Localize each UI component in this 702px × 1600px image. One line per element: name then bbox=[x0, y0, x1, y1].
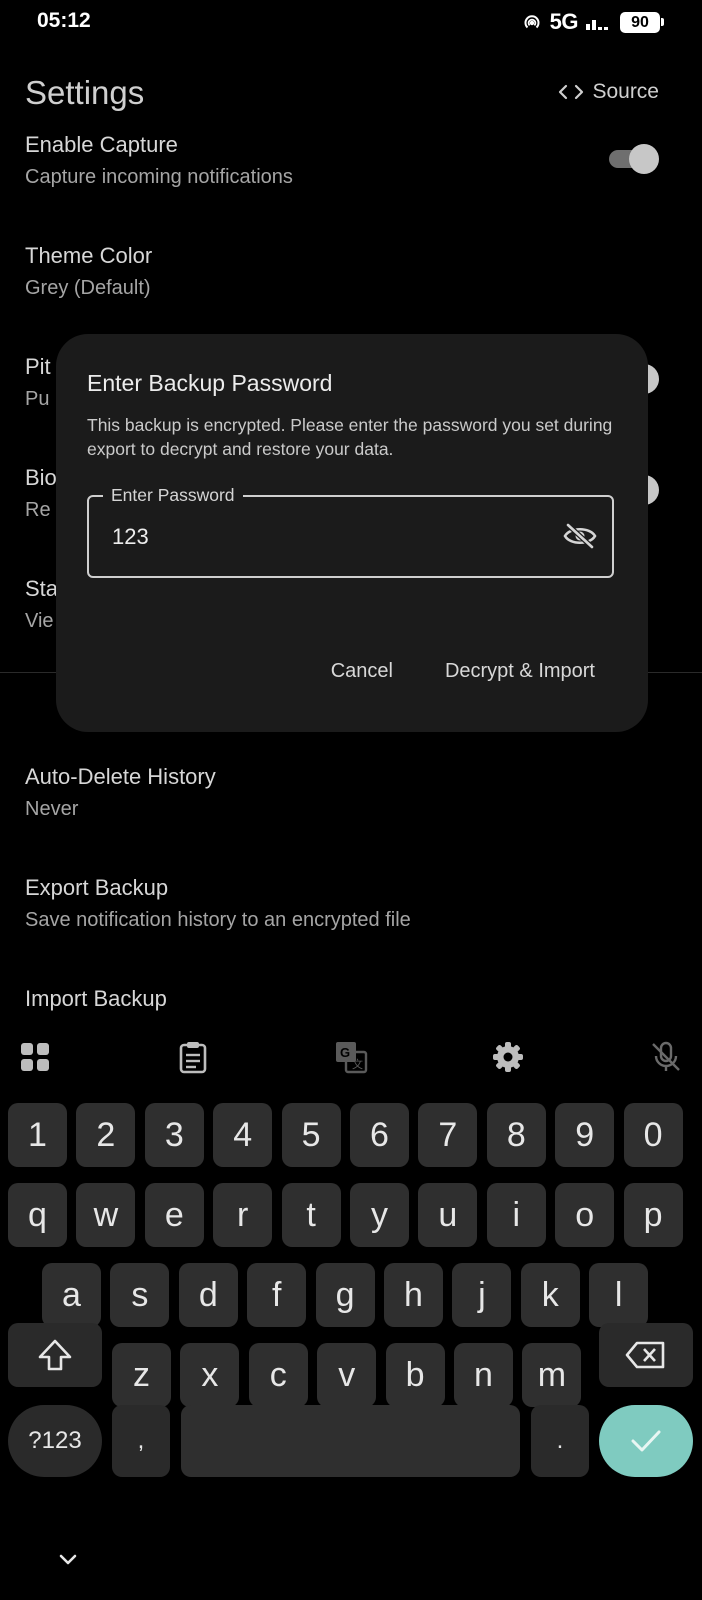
key-w[interactable]: w bbox=[76, 1183, 136, 1247]
backspace-key[interactable] bbox=[599, 1323, 693, 1387]
symbols-key[interactable]: ?123 bbox=[8, 1405, 102, 1477]
setting-auto-delete-history[interactable]: Auto-Delete History Never bbox=[25, 764, 677, 821]
key-t[interactable]: t bbox=[281, 1183, 341, 1247]
period-key[interactable]: . bbox=[531, 1405, 589, 1477]
chevron-down-icon[interactable] bbox=[56, 1550, 80, 1568]
key-p[interactable]: p bbox=[623, 1183, 683, 1247]
key-z[interactable]: z bbox=[112, 1343, 171, 1407]
key-9[interactable]: 9 bbox=[555, 1103, 615, 1167]
mic-off-icon[interactable] bbox=[649, 1040, 683, 1074]
setting-title: Enable Capture bbox=[25, 132, 178, 157]
password-field-value: 123 bbox=[112, 524, 149, 549]
key-q[interactable]: q bbox=[8, 1183, 67, 1247]
key-u[interactable]: u bbox=[418, 1183, 478, 1247]
password-input[interactable]: Enter Password 123 bbox=[87, 485, 614, 578]
status-bar: 05:12 5G 90 bbox=[0, 0, 702, 44]
setting-title: Auto-Delete History bbox=[25, 764, 216, 789]
battery-level: 90 bbox=[620, 11, 660, 33]
key-k[interactable]: k bbox=[520, 1263, 580, 1327]
setting-title: Export Backup bbox=[25, 875, 169, 900]
setting-enable-capture[interactable]: Enable Capture Capture incoming notifica… bbox=[25, 132, 677, 189]
visibility-off-icon[interactable] bbox=[563, 522, 597, 550]
battery-tip bbox=[661, 18, 664, 26]
key-7[interactable]: 7 bbox=[418, 1103, 478, 1167]
password-field-label: Enter Password bbox=[103, 485, 243, 506]
hotspot-icon bbox=[524, 15, 540, 29]
apps-grid-icon[interactable] bbox=[18, 1040, 52, 1074]
setting-title: Import Backup bbox=[25, 986, 167, 1011]
key-m[interactable]: m bbox=[522, 1343, 582, 1407]
check-icon bbox=[631, 1430, 661, 1452]
key-x[interactable]: x bbox=[180, 1343, 240, 1407]
key-a[interactable]: a bbox=[42, 1263, 101, 1327]
key-4[interactable]: 4 bbox=[213, 1103, 273, 1167]
cancel-button[interactable]: Cancel bbox=[331, 660, 393, 683]
backspace-icon bbox=[625, 1341, 665, 1369]
translate-icon[interactable]: G 文 bbox=[334, 1040, 368, 1074]
enable-capture-switch[interactable] bbox=[609, 144, 659, 174]
setting-subtitle: Never bbox=[25, 798, 79, 820]
dialog-actions: Cancel Decrypt & Import bbox=[331, 660, 595, 683]
key-0[interactable]: 0 bbox=[623, 1103, 683, 1167]
clipboard-icon[interactable] bbox=[176, 1040, 210, 1074]
space-key[interactable] bbox=[181, 1405, 520, 1477]
shift-key[interactable] bbox=[8, 1323, 102, 1387]
key-b[interactable]: b bbox=[385, 1343, 445, 1407]
key-6[interactable]: 6 bbox=[350, 1103, 409, 1167]
network-type: 5G bbox=[549, 9, 579, 34]
setting-subtitle: Save notification history to an encrypte… bbox=[25, 909, 411, 931]
decrypt-import-button[interactable]: Decrypt & Import bbox=[445, 660, 595, 683]
status-time: 05:12 bbox=[37, 9, 91, 32]
key-i[interactable]: i bbox=[486, 1183, 546, 1247]
switch-thumb bbox=[629, 144, 659, 174]
keyboard-toolbar: G 文 bbox=[0, 1020, 702, 1090]
status-indicators: 5G 90 bbox=[522, 8, 664, 36]
setting-subtitle: Grey (Default) bbox=[25, 277, 151, 299]
page-title: Settings bbox=[25, 74, 145, 111]
comma-key[interactable]: , bbox=[112, 1405, 170, 1477]
source-label: Source bbox=[592, 80, 659, 103]
key-v[interactable]: v bbox=[317, 1343, 377, 1407]
backup-password-dialog: Enter Backup Password This backup is enc… bbox=[56, 334, 648, 732]
code-icon bbox=[559, 84, 584, 100]
key-c[interactable]: c bbox=[248, 1343, 308, 1407]
key-j[interactable]: j bbox=[452, 1263, 512, 1327]
key-5[interactable]: 5 bbox=[281, 1103, 341, 1167]
svg-text:文: 文 bbox=[352, 1057, 363, 1071]
key-g[interactable]: g bbox=[315, 1263, 375, 1327]
key-l[interactable]: l bbox=[589, 1263, 649, 1327]
enter-key[interactable] bbox=[599, 1405, 693, 1477]
gear-icon[interactable] bbox=[491, 1040, 525, 1074]
dialog-message: This backup is encrypted. Please enter t… bbox=[87, 415, 613, 459]
setting-import-backup[interactable]: Import Backup bbox=[25, 986, 677, 1012]
setting-subtitle: Capture incoming notifications bbox=[25, 166, 293, 188]
soft-keyboard: G 文 1234567890 qwertyuiop asdfghjkl zxcvbnm bbox=[0, 1020, 702, 1600]
setting-export-backup[interactable]: Export Backup Save notification history … bbox=[25, 875, 677, 932]
source-link[interactable]: Source bbox=[558, 80, 659, 104]
key-n[interactable]: n bbox=[454, 1343, 513, 1407]
shift-icon bbox=[38, 1339, 72, 1371]
dialog-title: Enter Backup Password bbox=[87, 370, 333, 396]
key-s[interactable]: s bbox=[110, 1263, 170, 1327]
key-1[interactable]: 1 bbox=[8, 1103, 67, 1167]
key-r[interactable]: r bbox=[213, 1183, 273, 1247]
signal-icon bbox=[586, 20, 608, 30]
key-3[interactable]: 3 bbox=[144, 1103, 204, 1167]
key-e[interactable]: e bbox=[144, 1183, 204, 1247]
key-d[interactable]: d bbox=[178, 1263, 238, 1327]
setting-title: Theme Color bbox=[25, 243, 153, 268]
setting-theme-color[interactable]: Theme Color Grey (Default) bbox=[25, 243, 677, 300]
key-y[interactable]: y bbox=[350, 1183, 409, 1247]
key-2[interactable]: 2 bbox=[76, 1103, 136, 1167]
battery-indicator: 90 bbox=[620, 11, 664, 33]
key-h[interactable]: h bbox=[384, 1263, 443, 1327]
svg-text:G: G bbox=[340, 1045, 350, 1060]
key-o[interactable]: o bbox=[555, 1183, 615, 1247]
key-f[interactable]: f bbox=[247, 1263, 307, 1327]
key-8[interactable]: 8 bbox=[486, 1103, 546, 1167]
